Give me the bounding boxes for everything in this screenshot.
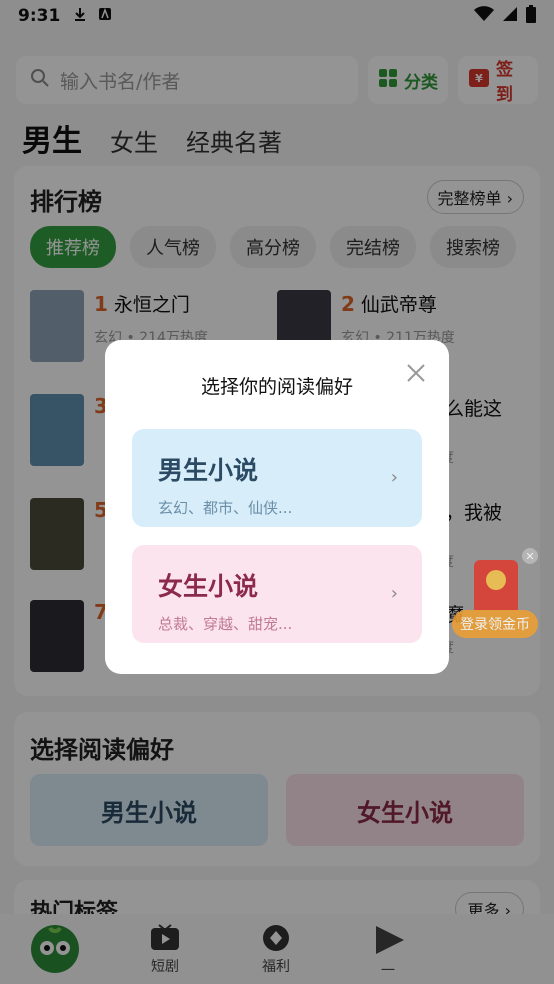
male-option-subtitle: 玄幻、都市、仙侠... bbox=[158, 499, 293, 517]
female-novel-option[interactable]: 女生小说 总裁、穿越、甜宠... › bbox=[132, 545, 422, 643]
chevron-right-icon: › bbox=[390, 467, 398, 488]
male-novel-option[interactable]: 男生小说 玄幻、都市、仙侠... › bbox=[132, 429, 422, 527]
login-coin-label: 登录领金币 bbox=[452, 610, 538, 638]
login-coin-ad[interactable]: 登录领金币 ✕ bbox=[452, 548, 538, 644]
male-option-title: 男生小说 bbox=[158, 456, 259, 485]
female-option-subtitle: 总裁、穿越、甜宠... bbox=[158, 615, 293, 633]
dialog-title: 选择你的阅读偏好 bbox=[200, 376, 353, 398]
close-ad-icon[interactable]: ✕ bbox=[522, 548, 538, 564]
chevron-right-icon: › bbox=[390, 583, 398, 604]
reading-preference-dialog: 选择你的阅读偏好 男生小说 玄幻、都市、仙侠... › 女生小说 总裁、穿越、甜… bbox=[105, 340, 449, 674]
close-icon[interactable] bbox=[405, 362, 427, 384]
female-option-title: 女生小说 bbox=[158, 572, 259, 601]
coin-icon bbox=[486, 570, 506, 590]
